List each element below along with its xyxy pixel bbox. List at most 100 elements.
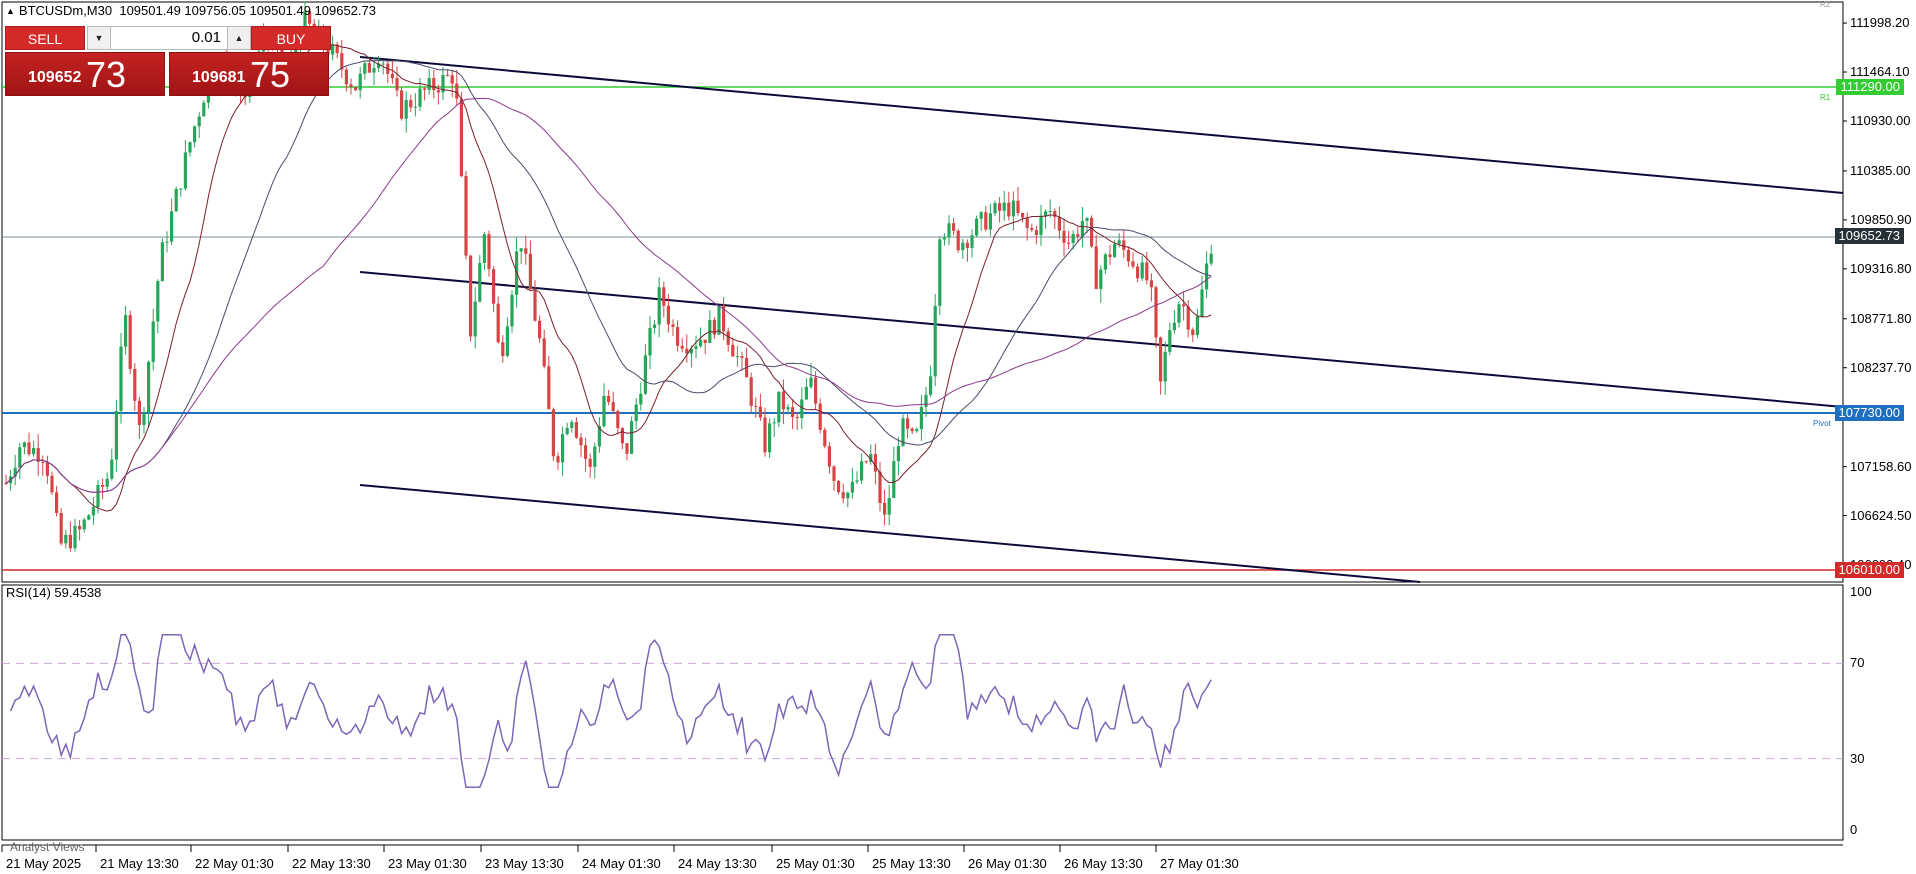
candle-body bbox=[1071, 234, 1075, 243]
candle-body bbox=[915, 429, 919, 432]
candle-body bbox=[1177, 304, 1181, 323]
candle-body bbox=[1099, 269, 1103, 289]
candle-body bbox=[381, 63, 385, 65]
buy-price-main: 109681 bbox=[192, 69, 246, 86]
pivot-marker: Pivot bbox=[1813, 419, 1831, 428]
candle-body bbox=[625, 443, 629, 454]
candle-body bbox=[855, 480, 859, 482]
symbol-name: BTCUSDm,M30 bbox=[18, 3, 113, 18]
candle-body bbox=[1200, 289, 1204, 317]
time-tick-label: 22 May 01:30 bbox=[195, 856, 274, 871]
candle-body bbox=[446, 74, 450, 76]
channel-middle-line bbox=[359, 271, 1844, 408]
candle-body bbox=[1039, 216, 1043, 235]
candle-body bbox=[846, 492, 850, 499]
candle-body bbox=[170, 211, 174, 242]
candle-body bbox=[841, 492, 845, 499]
candle-body bbox=[988, 213, 992, 230]
candle-body bbox=[892, 461, 896, 498]
candle-body bbox=[643, 355, 647, 394]
candle-body bbox=[533, 289, 537, 321]
candle-body bbox=[1030, 227, 1034, 230]
candle-body bbox=[864, 461, 868, 463]
candle-body bbox=[648, 328, 652, 356]
candle-body bbox=[611, 401, 615, 412]
candle-body bbox=[574, 422, 578, 438]
chart-canvas[interactable] bbox=[0, 0, 1916, 874]
candle-body bbox=[896, 446, 900, 462]
buy-price-quote[interactable]: 109681 75 bbox=[169, 52, 329, 96]
candle-body bbox=[400, 90, 404, 119]
candle-body bbox=[174, 188, 178, 212]
candle-body bbox=[653, 324, 657, 329]
rsi-tick-label: 0 bbox=[1850, 822, 1858, 837]
candle-body bbox=[524, 248, 528, 254]
candle-body bbox=[538, 320, 542, 339]
candle-body bbox=[542, 338, 546, 367]
candle-body bbox=[1085, 217, 1089, 221]
r2-marker: R2 bbox=[1820, 0, 1831, 9]
candle-body bbox=[561, 434, 565, 463]
candle-body bbox=[584, 445, 588, 459]
candle-body bbox=[749, 377, 753, 406]
candle-body bbox=[1011, 200, 1015, 217]
candle-body bbox=[924, 394, 928, 407]
lot-increase-icon[interactable]: ▲ bbox=[227, 26, 251, 50]
candle-body bbox=[193, 126, 197, 143]
candle-body bbox=[1182, 304, 1186, 307]
candle-body bbox=[160, 242, 164, 282]
rsi-line bbox=[9, 634, 1212, 788]
candle-body bbox=[947, 223, 951, 238]
analyst-views-tab[interactable]: Analyst Views bbox=[10, 840, 84, 854]
price-tick-label: 107158.60 bbox=[1850, 458, 1912, 474]
candle-body bbox=[423, 88, 427, 90]
candle-body bbox=[832, 466, 836, 481]
time-tick-label: 23 May 01:30 bbox=[388, 856, 467, 871]
rsi-title: RSI(14) 59.4538 bbox=[6, 585, 102, 600]
collapse-triangle-icon[interactable]: ▲ bbox=[6, 6, 15, 16]
candle-body bbox=[703, 339, 707, 344]
candle-body bbox=[910, 428, 914, 432]
candle-body bbox=[588, 458, 592, 467]
sell-button[interactable]: SELL bbox=[5, 26, 85, 50]
candle-body bbox=[570, 422, 574, 428]
candle-body bbox=[68, 534, 72, 549]
candle-body bbox=[970, 235, 974, 248]
candle-body bbox=[82, 519, 86, 530]
candle-body bbox=[616, 411, 620, 429]
time-tick-label: 25 May 13:30 bbox=[872, 856, 951, 871]
lot-decrease-icon[interactable]: ▼ bbox=[87, 26, 111, 50]
candle-body bbox=[800, 399, 804, 419]
candle-body bbox=[837, 480, 841, 493]
moving-average-medium bbox=[5, 60, 1212, 493]
candle-body bbox=[1090, 217, 1094, 247]
candle-body bbox=[413, 106, 417, 108]
candle-body bbox=[482, 234, 486, 263]
candle-body bbox=[464, 176, 468, 256]
candle-body bbox=[1126, 249, 1130, 262]
candle-body bbox=[1108, 254, 1112, 258]
buy-button[interactable]: BUY bbox=[251, 26, 331, 50]
candle-body bbox=[1080, 220, 1084, 237]
lot-size-input[interactable]: 0.01 bbox=[111, 26, 227, 50]
candle-body bbox=[809, 377, 813, 387]
sell-price-main: 109652 bbox=[28, 69, 82, 86]
candle-body bbox=[202, 102, 206, 117]
sell-price-pips: 73 bbox=[86, 54, 127, 95]
candle-body bbox=[1149, 280, 1153, 288]
candle-body bbox=[510, 294, 514, 327]
candle-body bbox=[938, 239, 942, 306]
candle-body bbox=[883, 502, 887, 515]
candle-body bbox=[409, 100, 413, 108]
candle-body bbox=[791, 407, 795, 417]
green-line-price-label: 111290.00 bbox=[1836, 79, 1904, 95]
current-price-label: 109652.73 bbox=[1834, 228, 1904, 244]
candle-body bbox=[961, 242, 965, 251]
candle-body bbox=[496, 303, 500, 343]
candle-body bbox=[929, 376, 933, 395]
candle-body bbox=[137, 400, 141, 425]
price-tick-label: 108237.70 bbox=[1850, 359, 1912, 375]
ohlc-values: 109501.49 109756.05 109501.49 109652.73 bbox=[119, 3, 376, 18]
sell-price-quote[interactable]: 109652 73 bbox=[5, 52, 165, 96]
candle-body bbox=[547, 366, 551, 410]
